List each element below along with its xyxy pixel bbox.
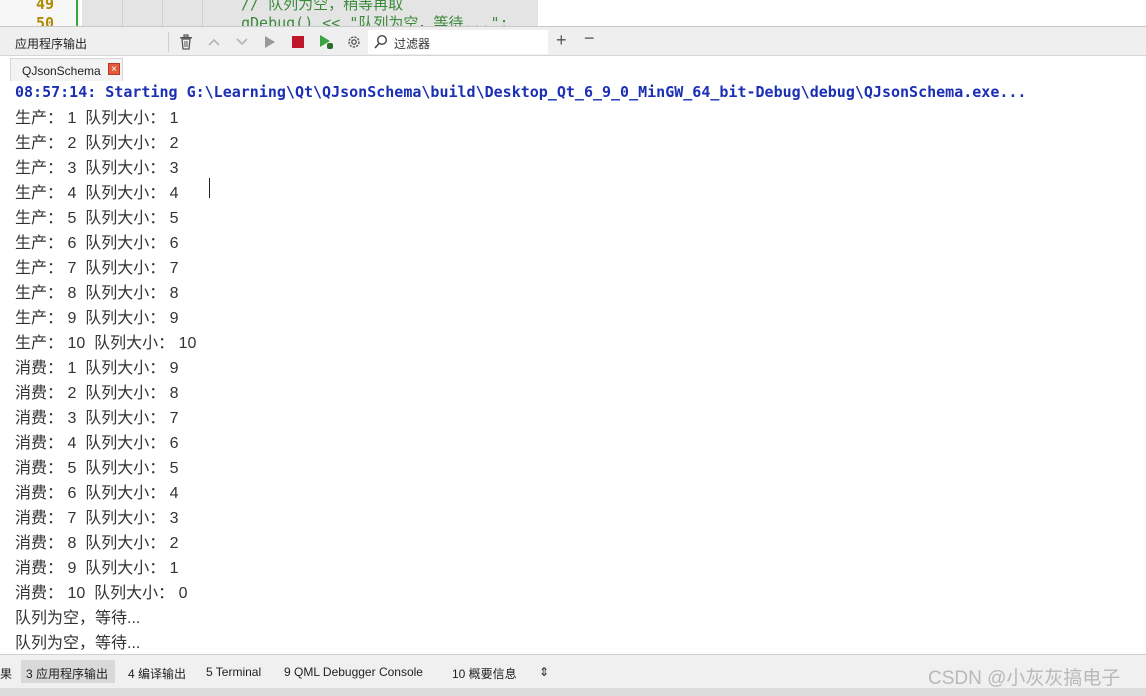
rerun-button[interactable] xyxy=(260,32,280,52)
pane-button-terminal[interactable]: 5 Terminal xyxy=(206,665,261,679)
code-line: qDebug() << "队列为空，等待..."; xyxy=(241,14,509,26)
next-item-button[interactable] xyxy=(232,32,252,52)
application-output-text[interactable]: 08:57:14: Starting G:\Learning\Qt\QJsonS… xyxy=(0,82,1146,654)
output-line: 消费： 2 队列大小： 8 xyxy=(15,385,179,402)
previous-item-button[interactable] xyxy=(204,32,224,52)
tab-qjsonschema[interactable]: QJsonSchema × xyxy=(10,58,123,81)
filter-input[interactable]: 过滤器 xyxy=(368,30,548,54)
clear-output-button[interactable] xyxy=(176,32,196,52)
output-line: 消费： 7 队列大小： 3 xyxy=(15,510,179,527)
add-output-button[interactable]: + xyxy=(556,30,567,51)
pane-button-application-output[interactable]: 3 应用程序输出 xyxy=(26,665,108,682)
line-number: 50 xyxy=(35,14,54,26)
output-line: 生产： 5 队列大小： 5 xyxy=(15,210,179,227)
text-cursor xyxy=(209,178,210,198)
watermark: CSDN @小灰灰搞电子 xyxy=(928,668,1121,689)
output-line: 消费： 10 队列大小： 0 xyxy=(15,585,188,602)
stop-icon xyxy=(292,36,304,48)
start-message: 08:57:14: Starting G:\Learning\Qt\QJsonS… xyxy=(15,83,1027,101)
output-line: 消费： 4 队列大小： 6 xyxy=(15,435,179,452)
indent-guide xyxy=(122,0,123,26)
output-tab-bar: QJsonSchema × xyxy=(0,56,1146,83)
indent-guide xyxy=(162,0,163,26)
gear-icon xyxy=(348,36,360,48)
line-number: 49 xyxy=(35,0,54,13)
close-icon[interactable]: × xyxy=(108,63,120,75)
pane-button-compile-output[interactable]: 4 编译输出 xyxy=(128,665,186,682)
toolbar-divider xyxy=(168,32,169,52)
output-line: 生产： 8 队列大小： 8 xyxy=(15,285,179,302)
output-line: 生产： 1 队列大小： 1 xyxy=(15,110,179,127)
output-line: 生产： 10 队列大小： 10 xyxy=(15,335,197,352)
output-line: 生产： 2 队列大小： 2 xyxy=(15,135,179,152)
output-line: 生产： 6 队列大小： 6 xyxy=(15,235,179,252)
output-line: 生产： 4 队列大小： 4 xyxy=(15,185,179,202)
output-line: 生产： 7 队列大小： 7 xyxy=(15,260,179,277)
trash-icon xyxy=(180,34,192,50)
chevron-up-icon xyxy=(208,38,220,46)
output-line: 消费： 1 队列大小： 9 xyxy=(15,360,179,377)
output-line: 生产： 3 队列大小： 3 xyxy=(15,160,179,177)
pane-button-general-messages[interactable]: 10 概要信息 xyxy=(452,665,517,682)
change-marker xyxy=(76,0,78,26)
attach-debugger-button[interactable] xyxy=(316,32,336,52)
output-pane-toolbar: 应用程序输出 过滤器 + − xyxy=(0,26,1146,56)
output-line: 队列为空，等待... xyxy=(15,610,141,627)
output-line: 消费： 8 队列大小： 2 xyxy=(15,535,179,552)
output-line: 消费： 5 队列大小： 5 xyxy=(15,460,179,477)
output-line: 消费： 3 队列大小： 7 xyxy=(15,410,179,427)
output-pane-selector-bar: 果 3 应用程序输出 4 编译输出 5 Terminal 9 QML Debug… xyxy=(0,654,1146,689)
chevron-down-icon xyxy=(236,38,248,46)
output-line: 队列为空，等待... xyxy=(15,635,141,652)
pane-title: 应用程序输出 xyxy=(15,37,88,51)
output-line: 消费： 9 队列大小： 1 xyxy=(15,560,179,577)
code-editor[interactable]: 49 50 // 队列为空，稍等再取 qDebug() << "队列为空，等待.… xyxy=(0,0,1146,26)
indent-guide xyxy=(202,0,203,26)
truncated-item[interactable]: 果 xyxy=(0,665,12,682)
stop-button[interactable] xyxy=(288,32,308,52)
tab-label: QJsonSchema xyxy=(22,64,101,78)
play-icon xyxy=(265,36,275,48)
search-icon xyxy=(374,34,388,49)
run-debug-icon xyxy=(320,35,333,49)
output-line: 消费： 6 队列大小： 4 xyxy=(15,485,179,502)
window-bottom-edge xyxy=(0,688,1146,696)
settings-button[interactable] xyxy=(344,32,364,52)
pane-button-qml-debugger-console[interactable]: 9 QML Debugger Console xyxy=(284,665,423,679)
remove-output-button[interactable]: − xyxy=(584,28,595,49)
more-panes-icon[interactable]: ⇕ xyxy=(539,665,549,679)
filter-placeholder: 过滤器 xyxy=(394,37,431,51)
output-line: 生产： 9 队列大小： 9 xyxy=(15,310,179,327)
